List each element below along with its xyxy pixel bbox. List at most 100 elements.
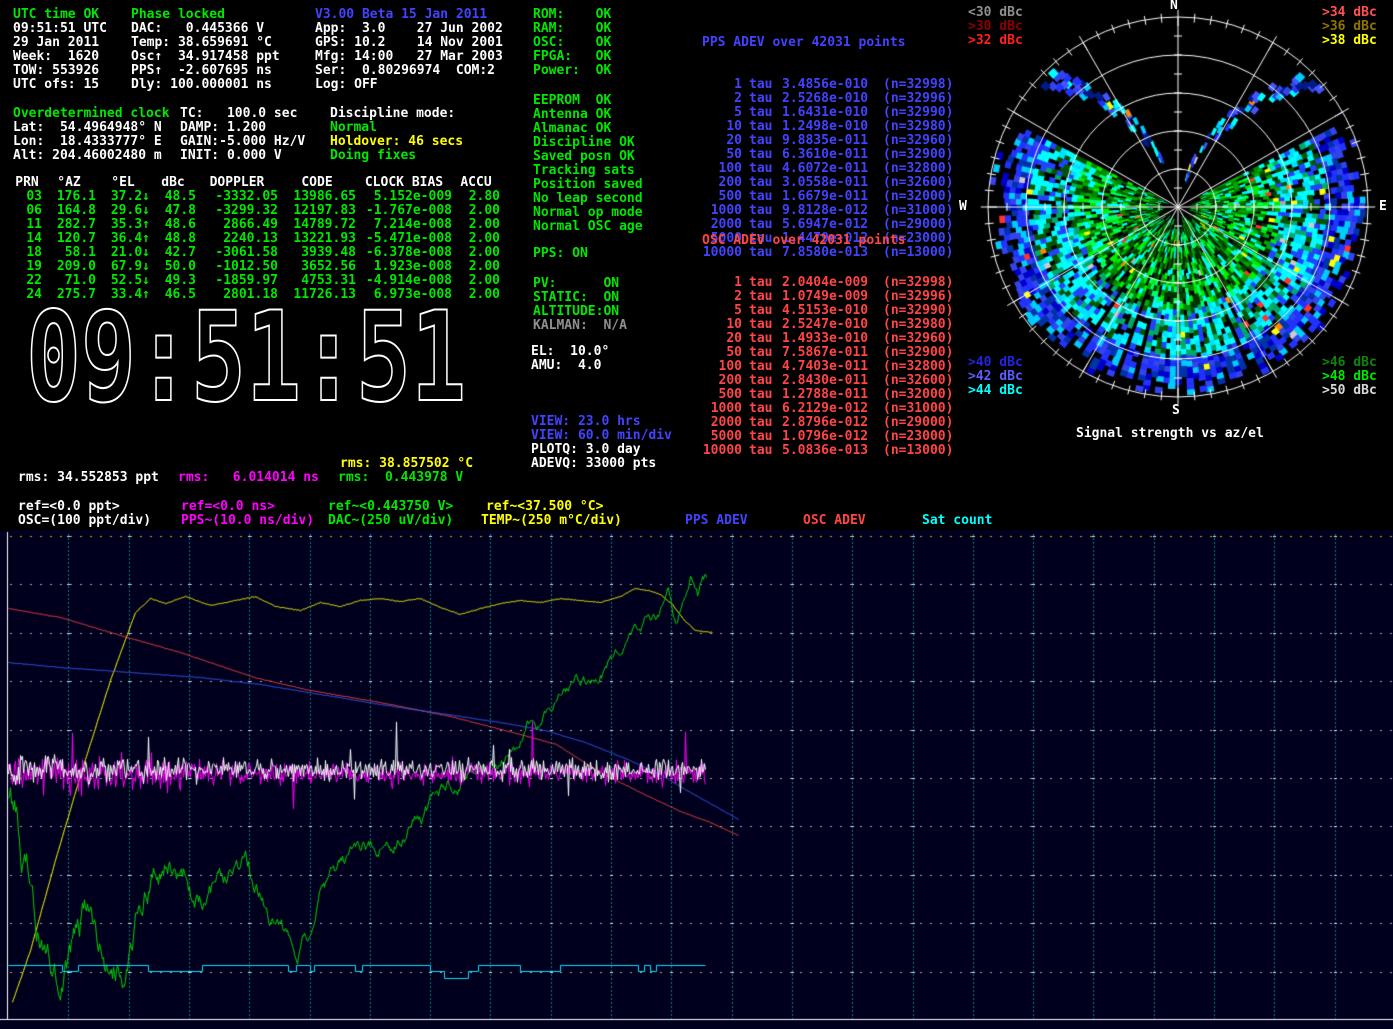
scale-osc: OSC=(100 ppt/div) xyxy=(18,514,151,528)
text-line: >32 dBc xyxy=(968,34,1023,48)
prn-cell: 37.2↓ xyxy=(96,190,150,204)
loop-params-column: TC: 100.0 secDAMP: 1.200GAIN:-5.000 Hz/V… xyxy=(180,107,305,163)
adev-cell: tau xyxy=(749,304,775,318)
prn-cell: 5.152e-009 xyxy=(356,190,452,204)
adev-cell: 5 xyxy=(702,106,742,120)
prn-cell: 47.8 xyxy=(150,204,196,218)
text-line: Normal xyxy=(330,121,463,135)
prn-cell: 120.7 xyxy=(42,232,96,246)
compass-north: N xyxy=(1170,0,1178,13)
osc-adev-rows: 1tau2.0404e-009(n=32998)2tau1.0749e-009(… xyxy=(702,276,967,458)
adev-row: 10000tau5.0836e-013(n=13000) xyxy=(702,444,967,458)
rms-dac: rms: 0.443978 V xyxy=(338,471,463,485)
adev-cell: tau xyxy=(749,290,775,304)
prn-cell: 03 xyxy=(12,190,42,204)
adev-cell: tau xyxy=(749,346,775,360)
prn-cell: 176.1 xyxy=(42,190,96,204)
prn-cell: -3299.32 xyxy=(196,204,278,218)
prn-cell: 6.973e-008 xyxy=(356,288,452,302)
text-line: VIEW: 60.0 min/div xyxy=(531,429,672,443)
phase-lock-block: Phase lockedDAC: 0.445366 VTemp: 38.6596… xyxy=(131,8,280,92)
filter-block: PV: ONSTATIC: ONALTITUDE:ONKALMAN: N/A xyxy=(533,277,627,333)
text-line: EL: 10.0° xyxy=(531,345,609,359)
text-line: STATIC: ON xyxy=(533,291,627,305)
health-block: EEPROM OKAntenna OKAlmanac OKDiscipline … xyxy=(533,94,643,234)
strip-chart-canvas xyxy=(0,530,1393,1029)
text-line: TOW: 553926 xyxy=(13,64,107,78)
adev-cell: 1000 xyxy=(702,402,742,416)
adev-row: 5000tau1.0796e-012(n=23000) xyxy=(702,430,967,444)
prn-cell: 2.00 xyxy=(452,204,500,218)
adev-cell: 2.5268e-010 xyxy=(782,92,876,106)
prn-cell: 164.8 xyxy=(42,204,96,218)
adev-cell: 2.0404e-009 xyxy=(782,276,876,290)
prn-cell: 52.5↓ xyxy=(96,274,150,288)
pps-state: PPS: ON xyxy=(533,247,588,261)
adev-cell: 100 xyxy=(702,360,742,374)
adev-cell: 6.3610e-011 xyxy=(782,148,876,162)
prn-cell: 19 xyxy=(12,260,42,274)
adev-cell: tau xyxy=(749,78,775,92)
text-line: Temp: 38.659691 °C xyxy=(131,36,280,50)
osc-adev-table: OSC ADEV over 42031 points 1tau2.0404e-0… xyxy=(702,206,967,472)
prn-cell: 2.00 xyxy=(452,288,500,302)
adev-cell: tau xyxy=(749,388,775,402)
text-line: >30 dBc xyxy=(968,20,1023,34)
adev-row: 100tau4.7403e-011(n=32800) xyxy=(702,360,967,374)
prn-cell: 67.9↓ xyxy=(96,260,150,274)
text-line: Week: 1620 xyxy=(13,50,107,64)
prn-cell: 71.0 xyxy=(42,274,96,288)
prn-cell: 2.00 xyxy=(452,232,500,246)
text-line: PV: ON xyxy=(533,277,627,291)
text-line: PPS↑ -2.607695 ns xyxy=(131,64,280,78)
adev-cell: 2 xyxy=(702,290,742,304)
adev-cell: 50 xyxy=(702,346,742,360)
text-line: Tracking sats xyxy=(533,164,643,178)
adev-cell: 2.5247e-010 xyxy=(782,318,876,332)
polar-legend-right-top: >34 dBc>36 dBc>38 dBc xyxy=(1322,6,1377,48)
prn-cell: -4.914e-008 xyxy=(356,274,452,288)
adev-row: 1tau3.4856e-010(n=32998) xyxy=(702,78,967,92)
text-line: GPS: 10.2 14 Nov 2001 xyxy=(315,36,503,50)
text-line: UTC ofs: 15 xyxy=(13,78,107,92)
adev-cell: tau xyxy=(749,416,775,430)
adev-cell: tau xyxy=(749,360,775,374)
text-line: No leap second xyxy=(533,192,643,206)
adev-cell: tau xyxy=(749,276,775,290)
prn-cell: 24 xyxy=(12,288,42,302)
adev-cell: tau xyxy=(749,444,775,458)
text-line: DAC: 0.445366 V xyxy=(131,22,280,36)
polar-plot-title: Signal strength vs az/el xyxy=(1076,427,1264,441)
text-line: Lat: 54.4964948° N xyxy=(13,121,170,135)
text-line: 29 Jan 2011 xyxy=(13,36,107,50)
adev-cell: 1.2498e-010 xyxy=(782,120,876,134)
prn-cell: 58.1 xyxy=(42,246,96,260)
prn-cell: °EL xyxy=(96,176,150,190)
adev-row: 10tau2.5247e-010(n=32980) xyxy=(702,318,967,332)
prn-sat-row: 24275.733.4↑46.52801.1811726.136.973e-00… xyxy=(12,288,500,302)
text-line: Position saved xyxy=(533,178,643,192)
prn-cell: DOPPLER xyxy=(196,176,278,190)
rms-osc: rms: 34.552853 ppt xyxy=(18,471,159,485)
prn-sat-row: 2271.052.5↓49.3-1859.974753.31-4.914e-00… xyxy=(12,274,500,288)
text-line: Discipline OK xyxy=(533,136,643,150)
prn-cell: 2801.18 xyxy=(196,288,278,302)
prn-cell: -1.767e-008 xyxy=(356,204,452,218)
text-line: >40 dBc xyxy=(968,356,1023,370)
prn-cell: 35.3↑ xyxy=(96,218,150,232)
text-line: >48 dBc xyxy=(1322,370,1377,384)
adev-cell: tau xyxy=(749,190,775,204)
adev-row: 200tau3.0558e-011(n=32600) xyxy=(702,176,967,190)
prn-cell: 11 xyxy=(12,218,42,232)
prn-cell: CLOCK BIAS xyxy=(356,176,452,190)
prn-cell: 1.923e-008 xyxy=(356,260,452,274)
text-line: Overdetermined clock xyxy=(13,107,170,121)
text-line: Dly: 100.000001 ns xyxy=(131,78,280,92)
text-line: Osc↑ 34.917458 ppt xyxy=(131,50,280,64)
scale-temp: TEMP~(250 m°C/div) xyxy=(481,514,622,528)
text-line: VIEW: 23.0 hrs xyxy=(531,415,672,429)
adev-cell: tau xyxy=(749,134,775,148)
big-digital-clock: 09:51:51 xyxy=(24,306,494,414)
ref-dac: ref~<0.443750 V> xyxy=(328,500,453,514)
prn-cell: 2.80 xyxy=(452,190,500,204)
